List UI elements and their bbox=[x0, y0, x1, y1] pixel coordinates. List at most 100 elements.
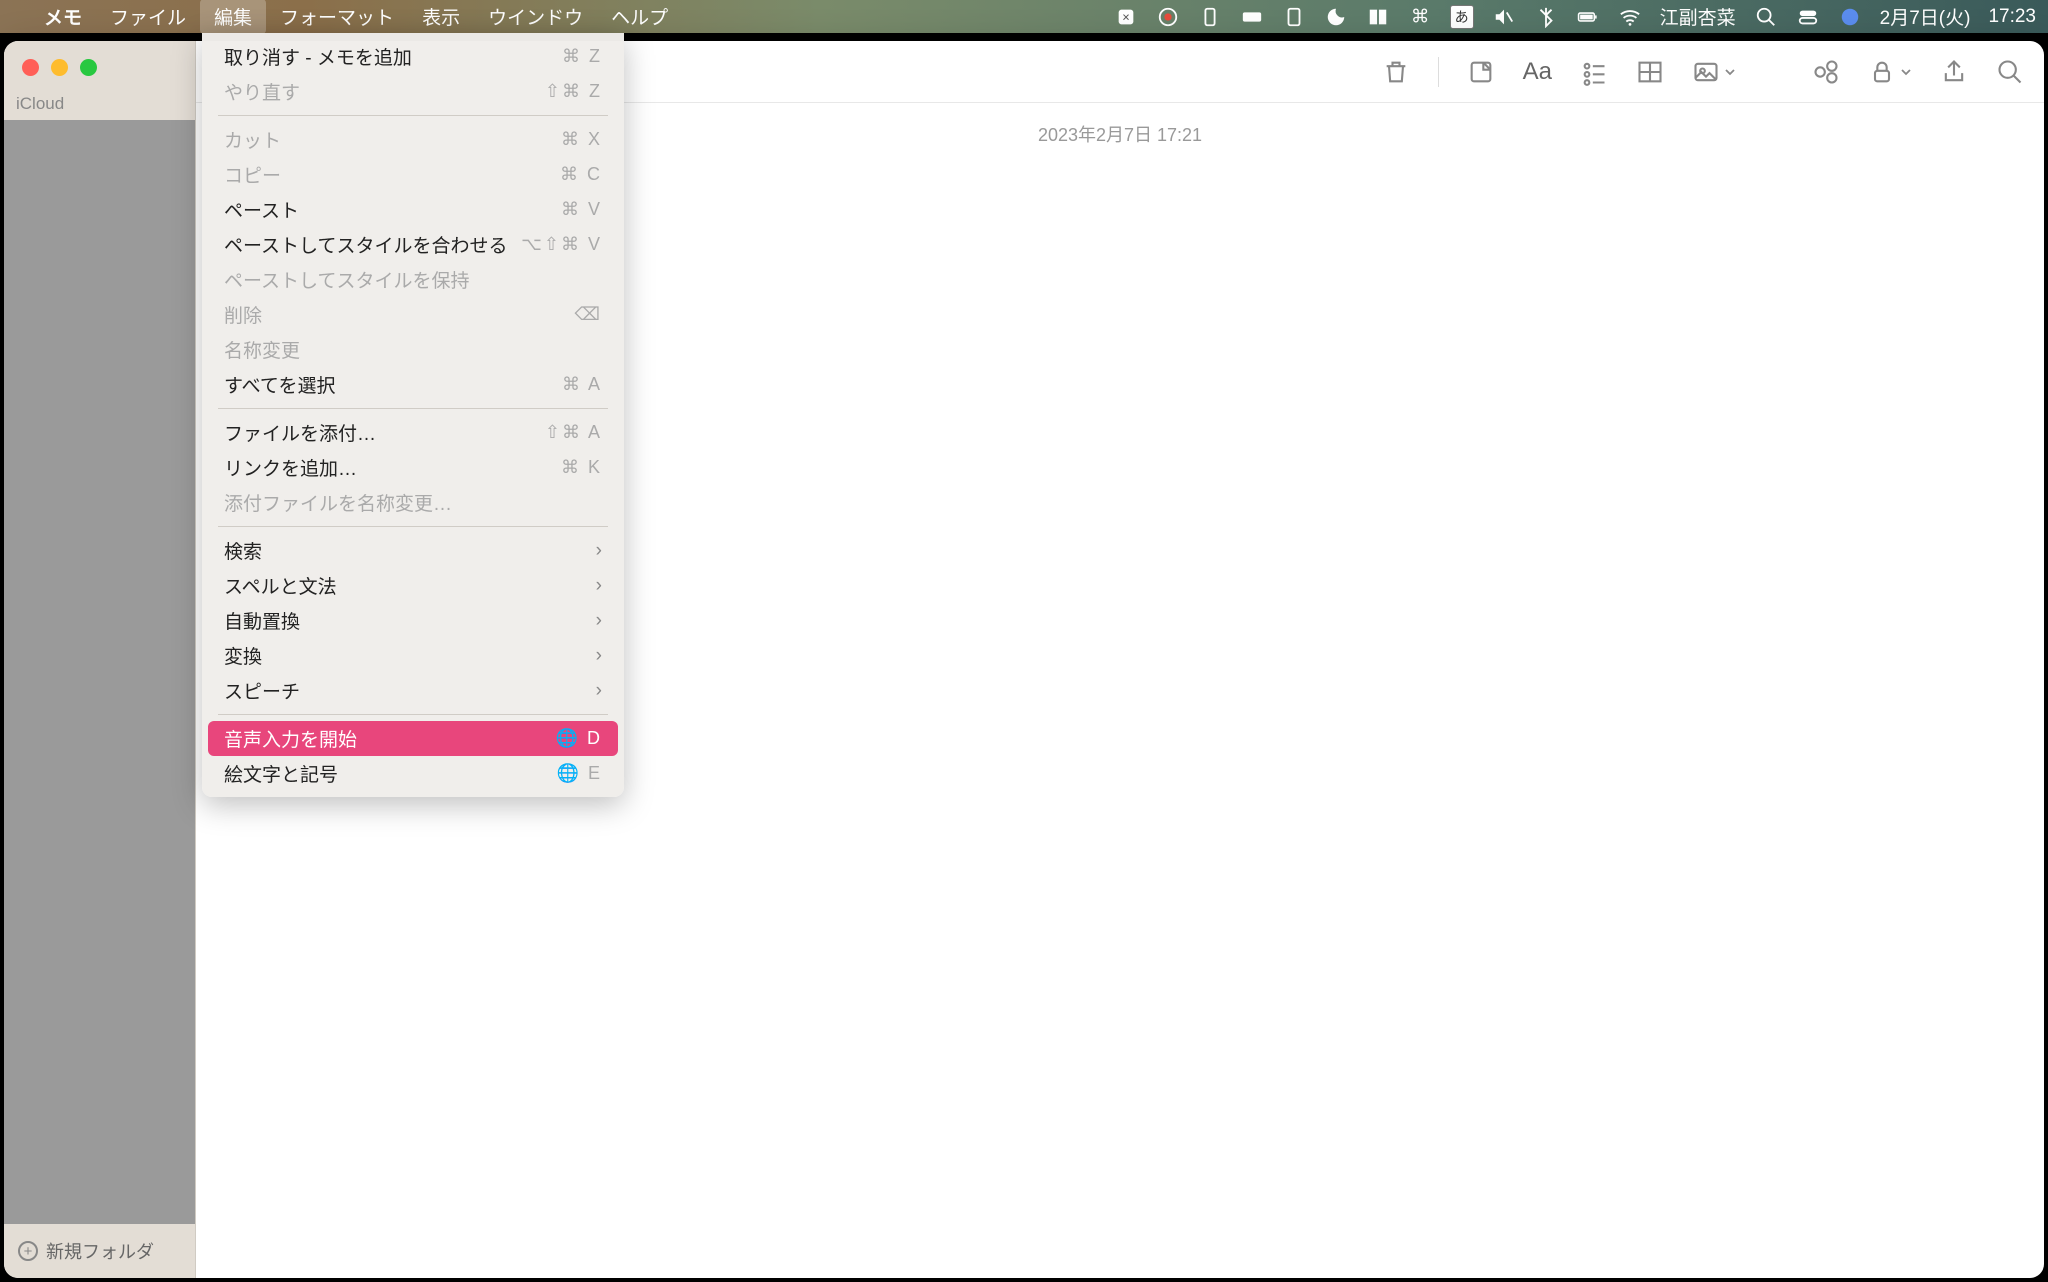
delete-button[interactable] bbox=[1382, 58, 1410, 86]
menu-item[interactable]: ペースト⌘ V bbox=[208, 192, 618, 227]
sidebar-section-icloud[interactable]: iCloud bbox=[4, 90, 195, 118]
menubar-file[interactable]: ファイル bbox=[96, 0, 200, 34]
menu-item[interactable]: スピーチ › bbox=[208, 673, 618, 708]
menu-item-shortcut: ⌘ Z bbox=[562, 46, 602, 67]
menu-item[interactable]: リンクを追加…⌘ K bbox=[208, 450, 618, 485]
menu-separator bbox=[218, 526, 608, 527]
new-folder-label: 新規フォルダ bbox=[46, 1238, 154, 1264]
moon-icon[interactable] bbox=[1324, 5, 1348, 29]
menubar-username[interactable]: 江副杏菜 bbox=[1660, 3, 1736, 30]
format-button[interactable]: Aa bbox=[1523, 58, 1552, 86]
chevron-right-icon: › bbox=[596, 645, 602, 667]
sidebar: iCloud + 新規フォルダ bbox=[4, 41, 196, 1278]
command-icon[interactable]: ⌘ bbox=[1408, 5, 1432, 29]
menu-item-label: 変換 bbox=[224, 642, 262, 669]
menu-item-label: 削除 bbox=[224, 301, 262, 328]
notes-list[interactable] bbox=[4, 120, 195, 1224]
menu-item[interactable]: 絵文字と記号 🌐 E bbox=[208, 756, 618, 791]
menu-item[interactable]: ペーストしてスタイルを合わせる ⌥⇧⌘ V bbox=[208, 227, 618, 262]
menu-item[interactable]: 検索› bbox=[208, 533, 618, 568]
menu-item-shortcut: 🌐 E bbox=[557, 763, 602, 784]
menu-item-label: 名称変更 bbox=[224, 336, 300, 363]
menu-item-label: ペーストしてスタイルを合わせる bbox=[224, 231, 507, 258]
link-button[interactable] bbox=[1812, 58, 1840, 86]
menu-item[interactable]: 取り消す - メモを追加 ⌘ Z bbox=[208, 39, 618, 74]
toolbar-divider bbox=[1438, 57, 1439, 87]
status-icon-1[interactable]: × bbox=[1114, 5, 1138, 29]
menu-item: やり直す ⇧⌘ Z bbox=[208, 74, 618, 109]
menu-item-shortcut: 🌐 D bbox=[556, 728, 602, 749]
lock-button[interactable] bbox=[1868, 58, 1912, 86]
menu-item-label: コピー bbox=[224, 161, 281, 188]
ime-indicator[interactable]: あ bbox=[1450, 5, 1474, 29]
menu-item-label: スピーチ bbox=[224, 677, 300, 704]
window-controls bbox=[4, 41, 195, 90]
device-icon[interactable] bbox=[1198, 5, 1222, 29]
chevron-right-icon: › bbox=[596, 680, 602, 702]
battery-icon[interactable] bbox=[1576, 5, 1600, 29]
menubar-time[interactable]: 17:23 bbox=[1988, 6, 2036, 28]
menu-item-label: 自動置換 bbox=[224, 607, 300, 634]
menu-item-shortcut: ⇧⌘ A bbox=[545, 422, 602, 443]
checklist-button[interactable] bbox=[1580, 58, 1608, 86]
close-button[interactable] bbox=[22, 59, 39, 76]
new-note-button[interactable] bbox=[1467, 58, 1495, 86]
clipboard-icon[interactable] bbox=[1282, 5, 1306, 29]
menu-item-label: ペースト bbox=[224, 196, 299, 223]
menubar-format[interactable]: フォーマット bbox=[266, 0, 408, 34]
menubar-view[interactable]: 表示 bbox=[408, 0, 474, 34]
siri-icon[interactable] bbox=[1838, 5, 1862, 29]
menubar-help[interactable]: ヘルプ bbox=[597, 0, 682, 34]
menu-separator bbox=[218, 115, 608, 116]
wifi-icon[interactable] bbox=[1618, 5, 1642, 29]
record-icon[interactable] bbox=[1156, 5, 1180, 29]
menu-item-label: 取り消す - メモを追加 bbox=[224, 43, 412, 70]
menu-item[interactable]: 変換 › bbox=[208, 638, 618, 673]
control-center-icon[interactable] bbox=[1796, 5, 1820, 29]
volume-muted-icon[interactable] bbox=[1492, 5, 1516, 29]
menu-item-shortcut: ⌘ C bbox=[560, 164, 602, 185]
menu-item: カット⌘ X bbox=[208, 122, 618, 157]
keyboard-icon[interactable] bbox=[1240, 5, 1264, 29]
table-button[interactable] bbox=[1636, 58, 1664, 86]
menu-item-label: 音声入力を開始 bbox=[224, 725, 357, 752]
edit-menu-dropdown: 取り消す - メモを追加⌘ Zやり直す⇧⌘ Zカット⌘ Xコピー⌘ Cペースト⌘… bbox=[202, 33, 624, 797]
menu-item[interactable]: 音声入力を開始 🌐 D bbox=[208, 721, 618, 756]
menubar-window[interactable]: ウインドウ bbox=[474, 0, 597, 34]
chevron-right-icon: › bbox=[596, 610, 602, 632]
menu-item-label: ファイルを添付… bbox=[224, 419, 376, 446]
menu-item-label: ペーストしてスタイルを保持 bbox=[224, 266, 469, 293]
menu-separator bbox=[218, 408, 608, 409]
menu-item-shortcut: ⌘ A bbox=[562, 374, 602, 395]
menu-item-label: すべてを選択 bbox=[224, 371, 336, 398]
menu-item-label: カット bbox=[224, 126, 281, 153]
menu-item-shortcut: ⇧⌘ Z bbox=[545, 81, 602, 102]
menu-item[interactable]: すべてを選択 ⌘ A bbox=[208, 367, 618, 402]
menu-item-label: 検索 bbox=[224, 537, 262, 564]
menu-item-label: スペルと文法 bbox=[224, 572, 337, 599]
bluetooth-icon[interactable] bbox=[1534, 5, 1558, 29]
split-icon[interactable] bbox=[1366, 5, 1390, 29]
chevron-right-icon: › bbox=[596, 575, 602, 597]
menubar: メモ ファイル 編集 フォーマット 表示 ウインドウ ヘルプ × ⌘ あ 江副杏… bbox=[0, 0, 2048, 33]
menu-item[interactable]: ファイルを添付… ⇧⌘ A bbox=[208, 415, 618, 450]
menu-item[interactable]: 自動置換 › bbox=[208, 603, 618, 638]
menu-item[interactable]: スペルと文法 › bbox=[208, 568, 618, 603]
svg-text:×: × bbox=[1122, 9, 1130, 24]
new-folder-button[interactable]: + 新規フォルダ bbox=[4, 1224, 195, 1278]
media-button[interactable] bbox=[1692, 58, 1736, 86]
zoom-button[interactable] bbox=[80, 59, 97, 76]
menu-item-shortcut: ⌥⇧⌘ V bbox=[521, 234, 602, 255]
menu-item-label: 絵文字と記号 bbox=[224, 760, 338, 787]
search-button[interactable] bbox=[1996, 58, 2024, 86]
share-button[interactable] bbox=[1940, 58, 1968, 86]
menu-item-label: やり直す bbox=[224, 78, 300, 105]
menu-item: コピー ⌘ C bbox=[208, 157, 618, 192]
menubar-edit[interactable]: 編集 bbox=[200, 0, 266, 34]
menubar-app-name[interactable]: メモ bbox=[30, 0, 96, 34]
spotlight-icon[interactable] bbox=[1754, 5, 1778, 29]
minimize-button[interactable] bbox=[51, 59, 68, 76]
menu-item: 削除⌫ bbox=[208, 297, 618, 332]
menu-item-label: リンクを追加… bbox=[224, 454, 357, 481]
menubar-date[interactable]: 2月7日(火) bbox=[1880, 3, 1971, 30]
